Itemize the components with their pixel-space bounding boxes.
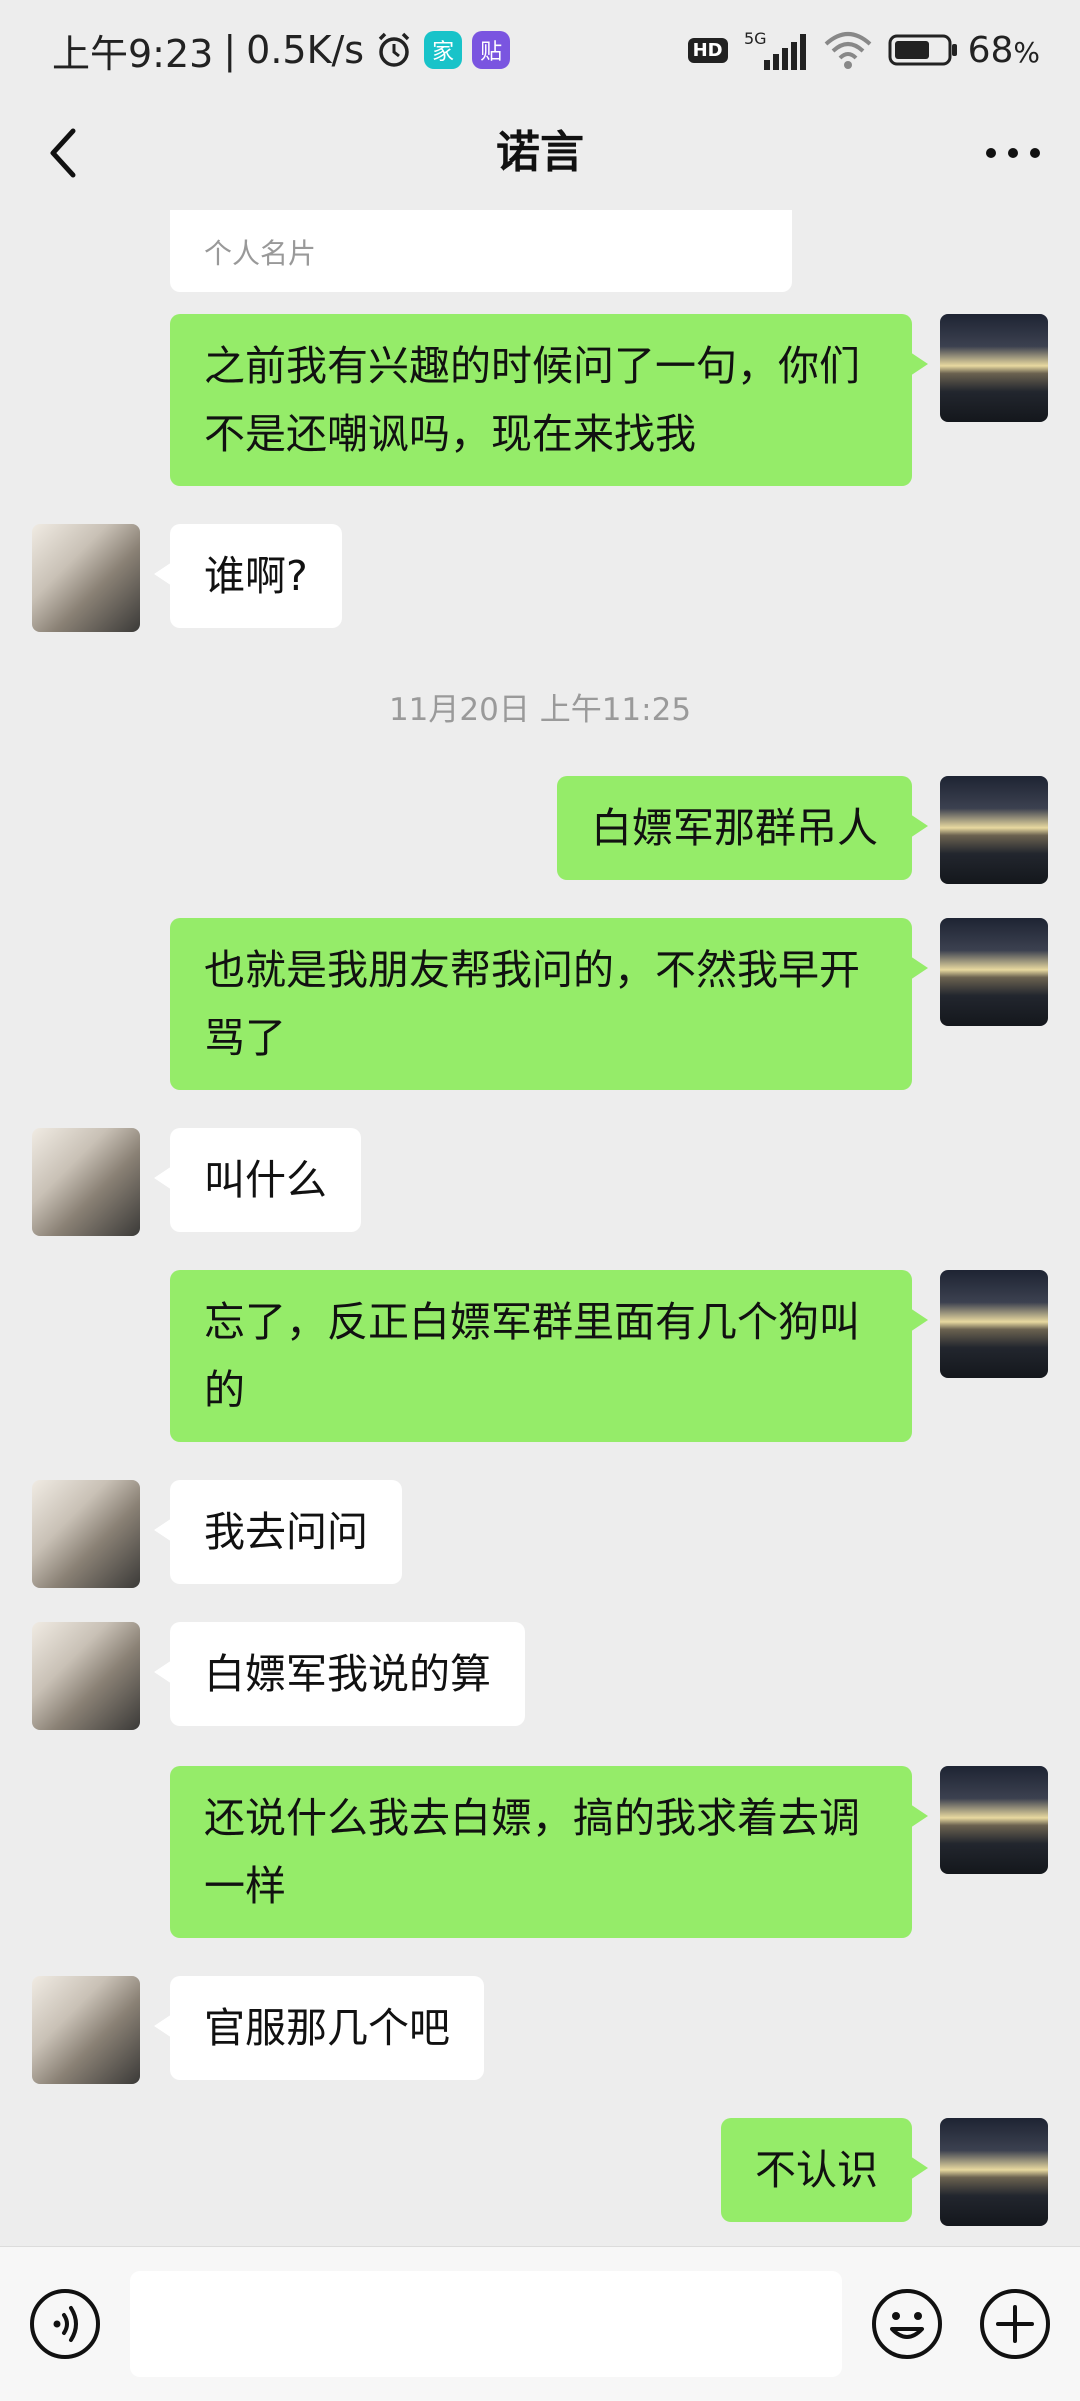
hd-icon: HD (687, 37, 728, 63)
input-bar (0, 2246, 1080, 2401)
message-bubble-received[interactable]: 官服那几个吧 (154, 1976, 484, 2080)
my-avatar[interactable] (940, 314, 1048, 422)
message-bubble-sent[interactable]: 不认识 (721, 2118, 928, 2222)
home-app-icon: 家 (424, 31, 463, 69)
battery-percent: 68% (967, 29, 1040, 71)
my-avatar[interactable] (940, 1766, 1048, 1874)
message-bubble-received[interactable]: 叫什么 (154, 1128, 361, 1232)
message-timestamp: 11月20日 上午11:25 (388, 692, 692, 728)
message-bubble-received[interactable]: 谁啊? (154, 524, 342, 628)
emoji-icon[interactable] (870, 2287, 944, 2361)
chevron-left-icon (50, 128, 76, 178)
my-avatar[interactable] (940, 776, 1048, 884)
chat-header: 诺言 (0, 96, 1080, 210)
voice-input-icon[interactable] (28, 2287, 102, 2361)
back-button[interactable] (28, 118, 98, 188)
contact-avatar[interactable] (32, 524, 140, 632)
tieba-app-icon: 贴 (472, 31, 511, 69)
message-bubble-sent[interactable]: 之前我有兴趣的时候问了一句，你们不是还嘲讽吗，现在来找我 (170, 314, 928, 486)
status-net-speed: 0.5K/s (246, 28, 365, 72)
chat-title: 诺言 (496, 127, 584, 178)
message-input[interactable] (130, 2271, 842, 2377)
my-avatar[interactable] (940, 1270, 1048, 1378)
signal-icon: 5G (744, 29, 806, 70)
contact-avatar[interactable] (32, 1622, 140, 1730)
wifi-icon (824, 32, 871, 69)
contact-avatar[interactable] (32, 1480, 140, 1588)
status-left: 上午9:23 | 0.5K/s 家 贴 (52, 24, 511, 76)
my-avatar[interactable] (940, 918, 1048, 1026)
contact-card[interactable]: 个人名片 (170, 210, 792, 292)
more-button[interactable] (968, 118, 1058, 188)
status-right: HD 5G 68% (687, 24, 1040, 76)
message-bubble-sent[interactable]: 也就是我朋友帮我问的，不然我早开骂了 (170, 918, 928, 1090)
message-bubble-sent[interactable]: 白嫖军那群吊人 (557, 776, 928, 880)
status-bar: 上午9:23 | 0.5K/s 家 贴 HD 5G 68% (0, 0, 1080, 96)
contact-card-label: 个人名片 (204, 237, 317, 270)
message-bubble-sent[interactable]: 还说什么我去白嫖，搞的我求着去调一样 (170, 1766, 928, 1938)
battery-icon (888, 34, 957, 66)
message-bubble-received[interactable]: 我去问问 (154, 1480, 402, 1584)
my-avatar[interactable] (940, 2118, 1048, 2226)
more-dots-icon (986, 148, 1040, 158)
message-bubble-received[interactable]: 白嫖军我说的算 (154, 1622, 525, 1726)
alarm-icon (378, 32, 410, 67)
plus-icon[interactable] (978, 2287, 1052, 2361)
contact-avatar[interactable] (32, 1128, 140, 1236)
network-type: 5G (744, 29, 767, 48)
message-bubble-sent[interactable]: 忘了，反正白嫖军群里面有几个狗叫的 (170, 1270, 928, 1442)
contact-avatar[interactable] (32, 1976, 140, 2084)
status-time: 上午9:23 (52, 31, 214, 76)
status-separator: | (223, 28, 237, 72)
chat-message-list[interactable]: 个人名片 之前我有兴趣的时候问了一句，你们不是还嘲讽吗，现在来找我 谁啊? 11… (0, 210, 1080, 2246)
